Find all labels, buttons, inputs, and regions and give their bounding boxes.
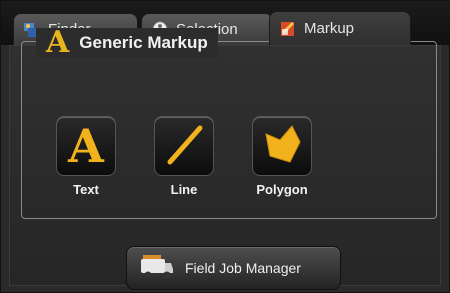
- truck-icon: [139, 251, 175, 286]
- group-title: Generic Markup: [79, 33, 208, 52]
- tab-markup-label: Markup: [304, 20, 355, 37]
- field-job-manager-button[interactable]: Field Job Manager: [126, 246, 341, 290]
- svg-text:A: A: [67, 120, 105, 168]
- text-tool-icon: A: [62, 119, 110, 173]
- group-header: A Generic Markup: [36, 28, 218, 58]
- polygon-tool-label: Polygon: [256, 182, 308, 197]
- polygon-tool-icon: [258, 120, 306, 173]
- polygon-tool[interactable]: Polygon: [247, 116, 317, 197]
- polygon-tool-button[interactable]: [252, 116, 312, 176]
- tab-markup[interactable]: Markup: [269, 11, 411, 45]
- text-tool-button[interactable]: A: [56, 116, 116, 176]
- field-job-manager-label: Field Job Manager: [185, 260, 301, 276]
- line-tool-label: Line: [170, 182, 198, 197]
- line-tool-button[interactable]: [154, 116, 214, 176]
- text-tool-label: Text: [73, 182, 99, 197]
- markup-icon: [278, 19, 298, 39]
- text-tool[interactable]: A Text: [51, 116, 121, 197]
- line-tool[interactable]: Line: [149, 116, 219, 197]
- markup-panel: Finder Selection Markup: [0, 0, 450, 293]
- line-tool-icon: [160, 120, 208, 173]
- markup-letter-icon: A: [46, 25, 70, 60]
